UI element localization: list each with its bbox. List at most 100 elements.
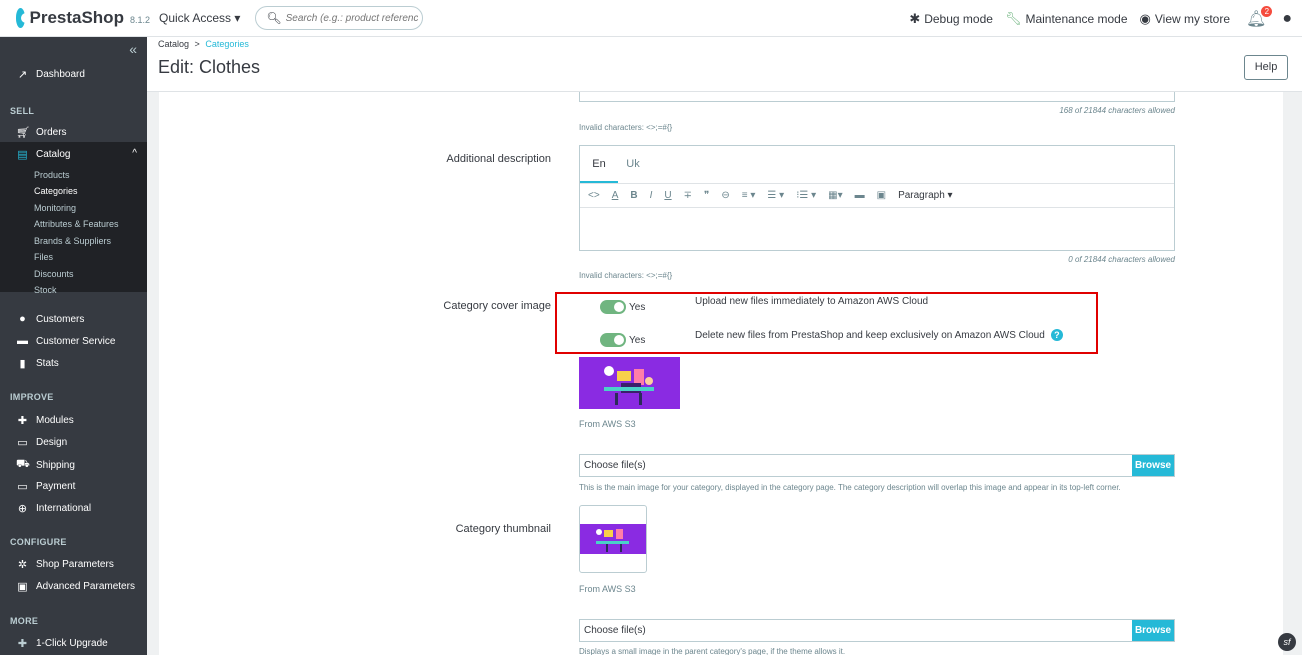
tab-uk[interactable]: Uk [618,146,648,183]
image-icon[interactable]: ▬ [855,190,865,201]
delete-local-text: Delete new files from PrestaShop and kee… [695,330,1045,341]
sidebar-label: Advanced Parameters [36,581,135,592]
user-account-icon[interactable]: ● [1282,10,1292,28]
search-icon: 🔍︎ [266,11,282,25]
cover-image-preview [579,357,680,409]
bug-icon: ✱ [909,10,921,26]
breadcrumb-categories[interactable]: Categories [205,39,249,49]
breadcrumb: Catalog > Categories [158,39,249,49]
thumbnail-preview [579,505,647,573]
notification-badge: 2 [1261,5,1273,17]
help-question-icon[interactable]: ? [1050,329,1063,341]
thumbnail-file-input[interactable]: Choose file(s) Browse [579,619,1175,642]
logo-text: PrestaShop [29,8,124,27]
logo[interactable]: PrestaShop 8.1.2 [0,8,150,28]
sidebar-label: Catalog [36,149,71,160]
sidebar-label: Dashboard [36,69,85,80]
breadcrumb-separator: > [194,39,200,49]
paragraph-format-dropdown[interactable]: Paragraph ▾ [898,190,953,201]
sidebar-item-advanced-parameters[interactable]: ▣ Advanced Parameters [16,580,135,593]
sidebar-item-1-click-upgrade[interactable]: ✚ 1-Click Upgrade [16,637,108,650]
cover-file-input[interactable]: Choose file(s) Browse [579,454,1175,477]
strikethrough-icon[interactable]: ∓ [684,190,692,201]
sidebar-item-customers[interactable]: ● Customers [16,313,84,325]
sidebar-sub-brands[interactable]: Brands & Suppliers [34,236,111,246]
delete-local-description: Delete new files from PrestaShop and kee… [695,329,1063,341]
description-editor-bottom[interactable] [579,92,1175,102]
thumbnail-illustration [580,524,646,554]
delete-local-toggle-label: Yes [629,335,646,346]
underline-icon[interactable]: U [664,190,671,201]
version: 8.1.2 [129,15,150,25]
sidebar-sub-categories[interactable]: Categories [34,186,78,196]
search-input[interactable] [285,12,418,24]
source-code-icon[interactable]: <> [588,190,600,201]
sidebar-item-customer-service[interactable]: ▬ Customer Service [16,335,115,347]
symfony-toolbar-icon[interactable]: sf [1278,633,1296,651]
sidebar-label: Design [36,437,68,448]
sidebar-sub-products[interactable]: Products [34,170,70,180]
chat-icon: ▬ [17,335,28,347]
cover-help-text: This is the main image for your category… [579,483,1121,492]
text-color-icon[interactable]: A [612,190,619,201]
invalid-chars-note: Invalid characters: <>;=#{} [579,123,673,132]
delete-local-toggle[interactable] [600,333,626,347]
sidebar-item-shop-parameters[interactable]: ✲ Shop Parameters [16,558,114,571]
quick-access-dropdown[interactable]: Quick Access ▾ [159,11,240,25]
prestashop-logo-icon [16,8,32,28]
puzzle-icon: ✚ [17,415,28,427]
settings-box-icon: ▣ [17,581,28,593]
upload-aws-toggle[interactable] [600,300,626,314]
trending-icon: ↗ [17,69,28,81]
additional-description-editor: En Uk <> A B I U ∓ ❞ ⊖ ≡ ▾ ☰ ▾ ⁝☰ ▾ ▦▾ ▬… [579,145,1175,251]
sidebar-item-payment[interactable]: ▭ Payment [16,480,75,493]
sidebar-item-design[interactable]: ▭ Design [16,436,67,449]
section-sell: SELL [10,106,35,116]
page-title: Edit: Clothes [158,57,261,77]
credit-card-icon: ▭ [17,481,28,493]
sidebar-item-international[interactable]: ⊕ International [16,502,91,515]
category-thumbnail-label: Category thumbnail [455,523,551,535]
search-box[interactable]: 🔍︎ [255,6,424,30]
sidebar-sub-files[interactable]: Files [34,252,53,262]
bold-icon[interactable]: B [630,190,637,201]
blockquote-icon[interactable]: ❞ [704,190,709,201]
additional-description-counter: 0 of 21844 characters allowed [1068,255,1175,264]
sidebar-item-catalog[interactable]: ▤ Catalog [16,148,70,161]
notifications-button[interactable]: 🔔︎ 2 [1246,5,1273,29]
monitor-icon: ▭ [17,437,28,449]
table-icon[interactable]: ▦▾ [828,190,842,201]
numbered-list-icon[interactable]: ⁝☰ ▾ [796,190,816,201]
thumbnail-help-text: Displays a small image in the parent cat… [579,647,846,655]
edit-category-form: 168 of 21844 characters allowed Invalid … [159,92,1283,655]
link-icon[interactable]: ⊖ [721,190,729,201]
sidebar-sub-attributes[interactable]: Attributes & Features [34,219,119,229]
media-icon[interactable]: ▣ [877,190,886,201]
maintenance-mode-link[interactable]: 🔧︎ Maintenance mode [1005,11,1128,27]
cover-browse-button[interactable]: Browse [1132,455,1174,476]
sidebar-item-stats[interactable]: ▮ Stats [16,357,58,370]
italic-icon[interactable]: I [650,190,653,201]
bullet-list-icon[interactable]: ☰ ▾ [767,190,784,201]
view-store-link[interactable]: ◉ View my store [1140,11,1230,27]
sidebar-sub-stock[interactable]: Stock [34,285,57,295]
tab-en[interactable]: En [580,146,618,183]
sidebar-sub-monitoring[interactable]: Monitoring [34,203,76,213]
sidebar-item-dashboard[interactable]: ↗ Dashboard [16,68,85,81]
sidebar-item-orders[interactable]: 🛒︎ Orders [16,126,67,139]
upload-aws-toggle-label: Yes [629,302,646,313]
sidebar-sub-discounts[interactable]: Discounts [34,269,74,279]
sidebar-label: Shipping [36,459,75,471]
align-icon[interactable]: ≡ ▾ [742,190,756,201]
sidebar-label: 1-Click Upgrade [36,638,108,649]
help-button[interactable]: Help [1244,55,1288,80]
cover-illustration [579,357,680,409]
collapse-sidebar-button[interactable]: « [129,41,137,57]
debug-mode-link[interactable]: ✱ Debug mode [909,11,993,27]
sidebar-item-shipping[interactable]: ⛟ Shipping [16,458,75,472]
sidebar-item-modules[interactable]: ✚ Modules [16,414,74,427]
invalid-chars-note-2: Invalid characters: <>;=#{} [579,271,673,280]
breadcrumb-catalog[interactable]: Catalog [158,39,189,49]
additional-description-textarea[interactable] [580,208,1174,250]
thumbnail-browse-button[interactable]: Browse [1132,620,1174,641]
